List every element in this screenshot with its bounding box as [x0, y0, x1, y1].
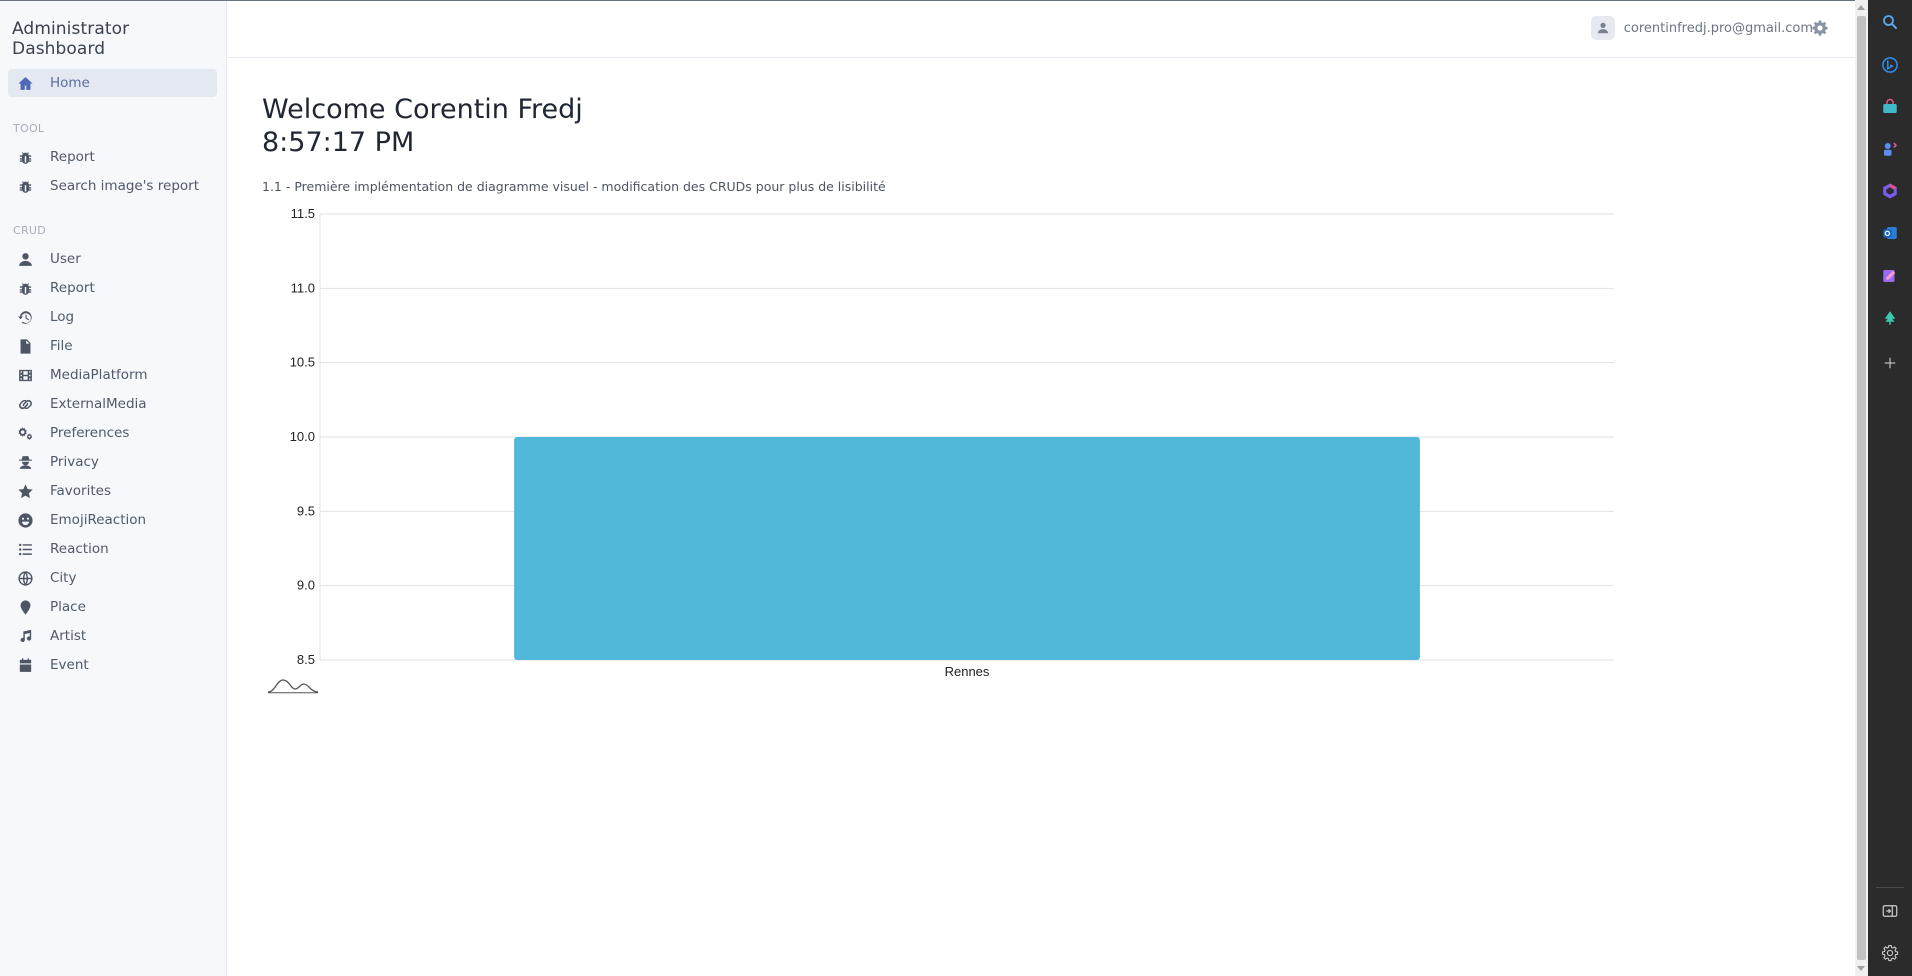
y-tick-label: 11.5	[291, 206, 315, 221]
y-tick-label: 9.5	[297, 503, 315, 518]
y-tick-label: 10.0	[290, 429, 315, 444]
calendar-icon	[14, 654, 36, 676]
user-menu[interactable]: corentinfredj.pro@gmail.com	[1590, 16, 1813, 40]
sidebar-item-emojireaction[interactable]: EmojiReaction	[8, 506, 217, 534]
user-email[interactable]: corentinfredj.pro@gmail.com	[1624, 21, 1813, 36]
office-icon[interactable]	[1876, 177, 1904, 205]
gears-icon	[14, 422, 36, 444]
avatar	[1590, 16, 1615, 40]
sidebar-item-reaction[interactable]: Reaction	[8, 535, 217, 563]
version-note: 1.1 - Première implémentation de diagram…	[262, 179, 886, 194]
panel-divider	[1876, 887, 1904, 888]
scroll-up-arrow[interactable]	[1857, 5, 1865, 10]
sidebar-item-label: MediaPlatform	[50, 367, 148, 383]
film-icon	[14, 364, 36, 386]
sidebar-toggle-icon[interactable]	[1876, 897, 1904, 925]
add-icon[interactable]	[1876, 349, 1904, 377]
sidebar-item-label: ExternalMedia	[50, 396, 147, 412]
sidebar-item-label: Favorites	[50, 483, 111, 499]
top-header: corentinfredj.pro@gmail.com	[228, 1, 1855, 58]
browser-side-panel	[1868, 0, 1912, 976]
sidebar-item-favorites[interactable]: Favorites	[8, 477, 217, 505]
sidebar-item-file[interactable]: File	[8, 332, 217, 360]
sidebar-item-artist[interactable]: Artist	[8, 622, 217, 650]
sidebar-item-label: File	[50, 338, 73, 354]
map-pin-icon	[14, 596, 36, 618]
y-tick-label: 8.5	[297, 652, 315, 667]
sidebar-item-label: Artist	[50, 628, 87, 644]
sidebar-item-label: City	[50, 570, 77, 586]
sidebar-item-label: Preferences	[50, 425, 130, 441]
sidebar-item-city[interactable]: City	[8, 564, 217, 592]
sidebar-item-label: Privacy	[50, 454, 99, 470]
link-icon	[14, 393, 36, 415]
search-icon[interactable]	[1876, 8, 1904, 36]
x-tick-label: Rennes	[945, 664, 990, 679]
sidebar-item-search-image-report[interactable]: Search image's report	[8, 172, 217, 200]
globe-icon	[14, 567, 36, 589]
sidebar-item-place[interactable]: Place	[8, 593, 217, 621]
history-icon	[14, 306, 36, 328]
user-icon	[14, 248, 36, 270]
scroll-thumb[interactable]	[1857, 16, 1866, 960]
sidebar-item-tool-report[interactable]: Report	[8, 143, 217, 171]
bug-icon	[14, 175, 36, 197]
app-title: Administrator Dashboard	[12, 19, 130, 59]
outlook-icon[interactable]	[1876, 219, 1904, 247]
sidebar-item-label: Search image's report	[50, 178, 199, 194]
games-icon[interactable]	[1876, 135, 1904, 163]
sidebar-item-user[interactable]: User	[8, 245, 217, 273]
sidebar-item-label: Log	[50, 309, 75, 325]
y-tick-label: 11.0	[291, 280, 315, 295]
drop-icon[interactable]	[1876, 262, 1904, 290]
settings-icon[interactable]	[1876, 939, 1904, 967]
bug-icon	[14, 146, 36, 168]
section-label-crud: CRUD	[13, 224, 47, 237]
music-icon	[14, 625, 36, 647]
sidebar-item-label: Place	[50, 599, 86, 615]
sidebar-item-externalmedia[interactable]: ExternalMedia	[8, 390, 217, 418]
bell-curve-icon[interactable]	[267, 676, 319, 694]
sidebar-item-privacy[interactable]: Privacy	[8, 448, 217, 476]
bar-chart: 11.5 11.0 10.5 10.0 9.5 9.0 8.5 Rennes	[290, 206, 1614, 679]
sidebar-item-home[interactable]: Home	[8, 69, 217, 97]
smile-icon	[14, 509, 36, 531]
sidebar-item-report[interactable]: Report	[8, 274, 217, 302]
file-icon	[14, 335, 36, 357]
gear-icon[interactable]	[1811, 19, 1829, 37]
clock: 8:57:17 PM	[262, 127, 415, 158]
sidebar-item-label: EmojiReaction	[50, 512, 147, 528]
y-tick-label: 10.5	[290, 355, 315, 370]
chart-bar	[514, 437, 1420, 660]
sidebar-item-log[interactable]: Log	[8, 303, 217, 331]
star-icon	[14, 480, 36, 502]
page-scrollbar[interactable]	[1855, 0, 1868, 976]
welcome-heading: Welcome Corentin Fredj	[262, 94, 583, 125]
list-icon	[14, 538, 36, 560]
sidebar-item-mediaplatform[interactable]: MediaPlatform	[8, 361, 217, 389]
sidebar-item-label: Reaction	[50, 541, 109, 557]
user-secret-icon	[14, 451, 36, 473]
sidebar-item-label: User	[50, 251, 81, 267]
sidebar: Administrator Dashboard Home TOOL Report…	[0, 1, 227, 976]
section-label-tool: TOOL	[13, 122, 45, 135]
sidebar-item-preferences[interactable]: Preferences	[8, 419, 217, 447]
sidebar-item-event[interactable]: Event	[8, 651, 217, 679]
shopping-icon[interactable]	[1876, 93, 1904, 121]
sidebar-item-label: Event	[50, 657, 89, 673]
main-content: Welcome Corentin Fredj 8:57:17 PM 1.1 - …	[228, 59, 1855, 976]
user-icon	[1597, 22, 1608, 34]
bug-icon	[14, 277, 36, 299]
scroll-down-arrow[interactable]	[1857, 966, 1865, 971]
sidebar-item-label: Home	[50, 75, 90, 91]
sidebar-item-label: Report	[50, 149, 95, 165]
tree-icon[interactable]	[1876, 304, 1904, 332]
home-icon	[14, 72, 36, 94]
copilot-icon[interactable]	[1876, 51, 1904, 79]
y-tick-label: 9.0	[297, 578, 315, 593]
sidebar-item-label: Report	[50, 280, 95, 296]
